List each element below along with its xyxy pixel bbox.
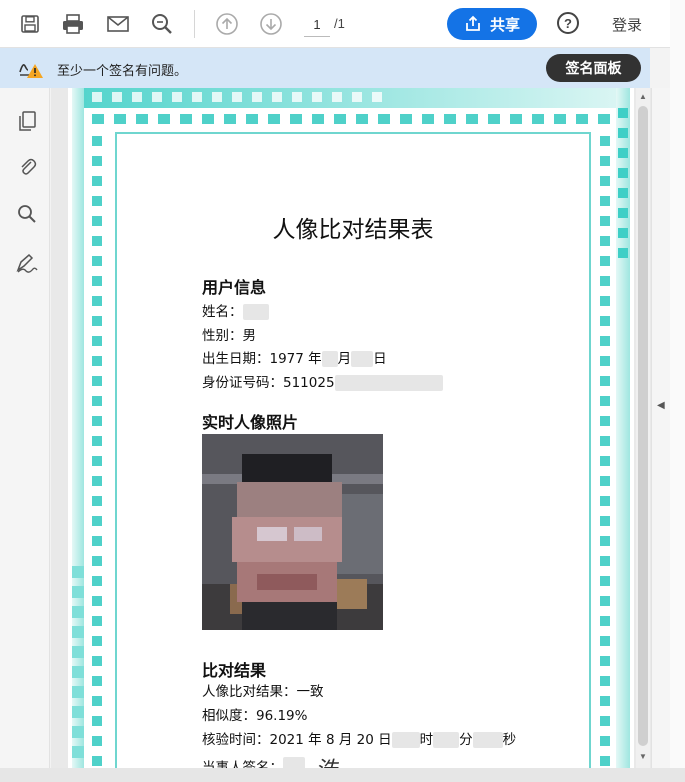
name-line: 姓名： xyxy=(202,300,269,320)
share-icon xyxy=(466,15,480,31)
birth-month-unit: 月 xyxy=(337,351,352,367)
arrow-up-icon[interactable] xyxy=(213,10,241,38)
redacted-birth-month xyxy=(321,351,338,367)
help-icon[interactable]: ? xyxy=(557,12,579,34)
pdf-page: 人像比对结果表 用户信息 姓名： 性别：男 出生日期：1977 年月 日 身份证号… xyxy=(68,88,634,768)
arrow-down-icon[interactable] xyxy=(257,10,285,38)
result-heading: 比对结果 xyxy=(202,661,267,680)
bottom-status-bar xyxy=(0,768,685,782)
top-toolbar: /1 共享 ? 登录 xyxy=(0,0,670,48)
scrollbar-thumb[interactable] xyxy=(638,106,648,746)
second-unit: 秒 xyxy=(502,732,517,748)
similarity-line: 相似度：96.19% xyxy=(202,708,308,724)
match-result-line: 人像比对结果：一致 xyxy=(202,684,324,700)
scroll-down-icon[interactable]: ▼ xyxy=(639,752,647,761)
share-button[interactable]: 共享 xyxy=(447,8,537,40)
redacted-signature xyxy=(283,757,305,768)
redacted-minute xyxy=(433,732,460,748)
page-total: /1 xyxy=(334,16,345,31)
share-label: 共享 xyxy=(489,16,520,34)
save-icon[interactable] xyxy=(16,10,44,38)
document-viewer: 人像比对结果表 用户信息 姓名： 性别：男 出生日期：1977 年月 日 身份证号… xyxy=(51,88,651,768)
birth-day-unit: 日 xyxy=(373,351,387,367)
left-tool-rail xyxy=(0,88,50,768)
minute-unit: 分 xyxy=(459,732,473,748)
user-info-heading: 用户信息 xyxy=(202,278,267,297)
zoom-search-icon[interactable] xyxy=(148,10,176,38)
verify-time-label: 核验时间：2021 年 8 月 20 日 xyxy=(202,732,392,748)
redacted-id xyxy=(334,375,443,391)
fill-sign-icon[interactable] xyxy=(14,250,40,276)
redacted-name xyxy=(242,304,269,320)
redacted-hour xyxy=(391,732,420,748)
name-label: 姓名： xyxy=(202,304,243,320)
signature-panel-button[interactable]: 签名面板 xyxy=(546,54,641,82)
id-label: 身份证号码：511025 xyxy=(202,375,335,391)
attachment-icon[interactable] xyxy=(14,153,40,179)
birth-line: 出生日期：1977 年月 日 xyxy=(202,347,387,367)
window-edge xyxy=(670,0,685,768)
pdf-viewer-app: /1 共享 ? 登录 至少一个签名有问题。 签名面板 xyxy=(0,0,685,782)
redacted-second xyxy=(472,732,503,748)
id-line: 身份证号码：511025 xyxy=(202,371,443,391)
login-link[interactable]: 登录 xyxy=(612,14,642,35)
signer-label: 当事人签名： xyxy=(202,760,283,768)
print-icon[interactable] xyxy=(59,10,87,38)
redacted-birth-day xyxy=(351,351,374,367)
toolbar-separator xyxy=(194,10,195,38)
search-icon[interactable] xyxy=(14,201,40,227)
handwritten-signature: 浩 xyxy=(315,758,337,768)
scroll-up-icon[interactable]: ▲ xyxy=(639,92,647,101)
photo-heading: 实时人像照片 xyxy=(202,413,299,432)
vertical-scrollbar[interactable]: ▲ ▼ xyxy=(636,88,650,768)
document-title: 人像比对结果表 xyxy=(272,217,434,243)
mail-icon[interactable] xyxy=(104,10,132,38)
birth-label: 出生日期：1977 年 xyxy=(202,351,322,367)
signature-warning-icon xyxy=(19,64,43,78)
document-content: 人像比对结果表 用户信息 姓名： 性别：男 出生日期：1977 年月 日 身份证号… xyxy=(115,132,591,768)
page-number-input[interactable] xyxy=(304,13,330,37)
signer-line: 当事人签名： 浩 xyxy=(202,752,337,768)
signature-warning-text: 至少一个签名有问题。 xyxy=(57,63,188,78)
signature-warning-bar: 至少一个签名有问题。 签名面板 xyxy=(0,48,650,88)
pages-icon[interactable] xyxy=(14,108,40,134)
gender-line: 性别：男 xyxy=(202,328,256,344)
right-panel-toggle[interactable]: ◀ xyxy=(651,88,670,768)
verify-time-line: 核验时间：2021 年 8 月 20 日 时 分 秒 xyxy=(202,728,516,748)
hour-unit: 时 xyxy=(419,732,434,748)
chevron-left-icon[interactable]: ◀ xyxy=(657,400,665,411)
live-face-photo xyxy=(202,434,383,630)
